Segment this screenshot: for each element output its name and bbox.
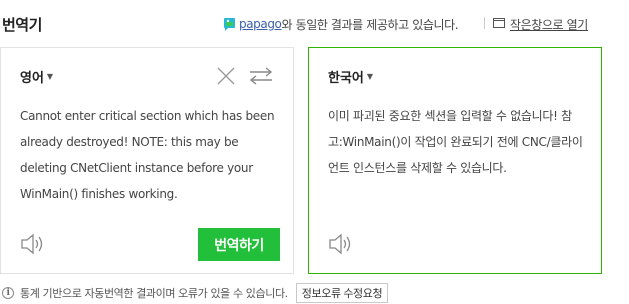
papago-link[interactable]: papago xyxy=(239,17,282,31)
source-panel: 영어 ▼ Cannot enter critical section which… xyxy=(0,47,294,274)
papago-attribution-text: 와 동일한 결과를 제공하고 있습니다. xyxy=(281,17,459,32)
translator-header: 번역기 papago 와 동일한 결과를 제공하고 있습니다. 작은창으로 열기 xyxy=(0,0,629,44)
window-icon xyxy=(493,17,505,31)
source-language-label: 영어 xyxy=(20,71,44,86)
target-language-label: 한국어 xyxy=(328,71,364,86)
target-text-area: 이미 파괴된 중요한 섹션을 입력할 수 없습니다! 참고:WinMain()이… xyxy=(328,109,583,175)
auto-translation-notice: 통계 기반으로 자동번역한 결과이며 오류가 있을 수 있습니다. xyxy=(20,287,288,300)
open-small-window-link[interactable]: 작은창으로 열기 xyxy=(493,14,588,34)
speaker-icon xyxy=(328,233,354,260)
swap-languages-button[interactable] xyxy=(249,64,273,88)
source-text-area[interactable]: Cannot enter critical section which has … xyxy=(20,103,282,207)
page-title: 번역기 xyxy=(2,16,42,34)
report-error-button[interactable]: 정보오류 수정요청 xyxy=(295,283,389,303)
close-icon xyxy=(216,66,236,86)
info-icon: i xyxy=(2,287,14,299)
papago-logo-icon xyxy=(223,17,236,32)
open-small-window-label: 작은창으로 열기 xyxy=(510,17,588,32)
swap-icon xyxy=(249,66,273,86)
chevron-down-icon: ▼ xyxy=(46,72,54,81)
target-panel: 한국어 ▼ 이미 파괴된 중요한 섹션을 입력할 수 없습니다! 참고:WinM… xyxy=(308,47,602,274)
clear-button[interactable] xyxy=(214,64,238,88)
translate-button[interactable]: 번역하기 xyxy=(198,228,280,261)
target-language-select[interactable]: 한국어 ▼ xyxy=(328,67,373,86)
header-divider xyxy=(484,17,485,29)
source-listen-button[interactable] xyxy=(20,232,46,256)
footer-notice: i 통계 기반으로 자동번역한 결과이며 오류가 있을 수 있습니다. 정보오류… xyxy=(0,283,389,303)
target-listen-button[interactable] xyxy=(328,232,354,256)
papago-attribution: papago 와 동일한 결과를 제공하고 있습니다. xyxy=(223,14,459,34)
speaker-icon xyxy=(20,233,46,260)
source-language-select[interactable]: 영어 ▼ xyxy=(20,67,53,86)
chevron-down-icon: ▼ xyxy=(366,72,374,81)
